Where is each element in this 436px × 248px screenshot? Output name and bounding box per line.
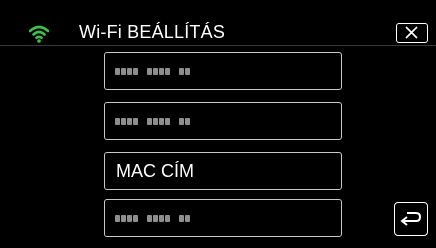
close-icon (405, 26, 418, 39)
wifi-icon (29, 25, 49, 43)
masked-text (115, 68, 191, 76)
masked-text (115, 118, 191, 126)
masked-text (115, 215, 191, 223)
menu-item-masked-4[interactable] (104, 199, 342, 237)
back-button[interactable] (394, 202, 428, 236)
back-return-icon (400, 212, 422, 226)
menu-item-masked-2[interactable] (104, 102, 342, 140)
mac-address-label: MAC CÍM (116, 161, 194, 181)
close-button[interactable] (396, 23, 428, 43)
mac-address-button[interactable]: MAC CÍM (104, 152, 342, 190)
title-bar: Wi-Fi BEÁLLÍTÁS (0, 0, 436, 46)
page-title: Wi-Fi BEÁLLÍTÁS (79, 22, 226, 42)
menu-item-masked-1[interactable] (104, 52, 342, 90)
